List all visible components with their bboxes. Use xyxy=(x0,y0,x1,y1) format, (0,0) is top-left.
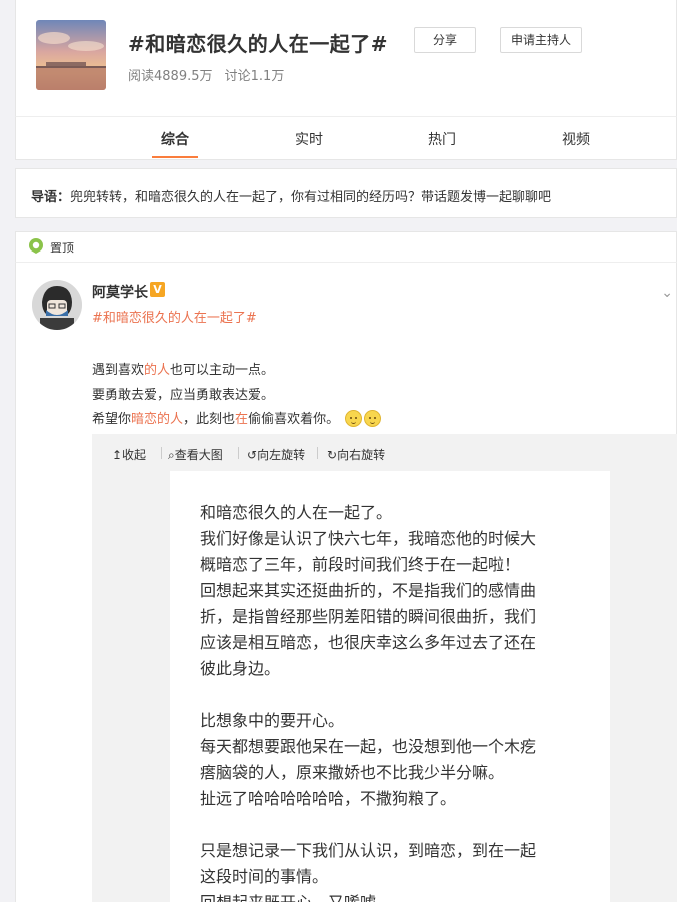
collapse-button[interactable]: ↥收起 xyxy=(112,446,146,463)
guide-text: 兜兜转转，和暗恋很久的人在一起了，你有过相同的经历吗？带话题发博一起聊聊吧 xyxy=(70,190,552,205)
active-tab-indicator xyxy=(152,156,198,158)
image-text-line: 回想起来其实还挺曲折的，不是指我们的感情曲 xyxy=(200,581,537,600)
image-text-line: 我们好像是认识了快六七年，我暗恋他的时候大 xyxy=(200,529,537,548)
tab-realtime[interactable]: 实时 xyxy=(295,129,323,149)
image-text-line: 扯远了哈哈哈哈哈哈，不撒狗粮了。 xyxy=(200,789,457,808)
image-text-line: 彼此身边。 xyxy=(200,659,281,678)
chevron-down-icon[interactable]: ⌄ xyxy=(661,285,673,301)
tab-video[interactable]: 视频 xyxy=(562,129,590,149)
post-username[interactable]: 阿莫学长 xyxy=(92,282,148,302)
rotate-left-button[interactable]: ↺向左旋转 xyxy=(247,446,305,463)
image-text-line: 回想起来既开心，又唏嘘。 xyxy=(200,889,392,902)
post-text-line-2: 要勇敢去爱，应当勇敢表达爱。 xyxy=(92,388,275,403)
image-text-line: 折，是指曾经那些阴差阳错的瞬间很曲折，我们 xyxy=(200,607,537,626)
tab-comprehensive[interactable]: 综合 xyxy=(161,129,189,149)
read-count: 阅读4889.5万 xyxy=(128,69,213,84)
discussion-count: 讨论1.1万 xyxy=(224,69,285,84)
avatar[interactable] xyxy=(32,280,82,330)
media-viewer: ↥收起 ⌕查看大图 ↺向左旋转 ↻向右旋转 和暗恋很久的人在一起了。 我们好像是… xyxy=(92,434,677,902)
share-button[interactable]: 分享 xyxy=(414,27,476,53)
post-topic-link[interactable]: #和暗恋很久的人在一起了# xyxy=(92,307,257,326)
image-text-line: 比想象中的要开心。 xyxy=(200,711,345,730)
verified-badge-icon: V xyxy=(150,282,165,297)
image-text-line: 这段时间的事情。 xyxy=(200,867,329,886)
post-card: 阿莫学长 V #和暗恋很久的人在一起了# ⌄ 遇到喜欢的人也可以主动一点。 要勇… xyxy=(15,262,677,902)
image-text-line: 只是想记录一下我们从认识，到暗恋，到在一起 xyxy=(200,841,537,860)
apply-host-button[interactable]: 申请主持人 xyxy=(500,27,582,53)
rotate-right-button[interactable]: ↻向右旋转 xyxy=(327,446,385,463)
tab-hot[interactable]: 热门 xyxy=(428,129,456,149)
topic-guide: 导语：兜兜转转，和暗恋很久的人在一起了，你有过相同的经历吗？带话题发博一起聊聊吧 xyxy=(15,168,677,218)
topic-cover-image xyxy=(36,20,106,90)
search-icon: ⌕ xyxy=(168,448,175,462)
post-text-line-1: 遇到喜欢的人也可以主动一点。 xyxy=(92,363,275,378)
pinned-label: 置顶 xyxy=(50,241,75,255)
post-image[interactable]: 和暗恋很久的人在一起了。 我们好像是认识了快六七年，我暗恋他的时候大 概暗恋了三… xyxy=(170,471,610,902)
image-text-line: 应该是相互暗恋，也很庆幸这么多年过去了还在 xyxy=(200,633,537,652)
topic-header: #和暗恋很久的人在一起了# 阅读4889.5万 讨论1.1万 分享 申请主持人 xyxy=(15,0,677,117)
image-text-line: 概暗恋了三年，前段时间我们终于在一起啦！ xyxy=(200,555,521,574)
rotate-left-icon: ↺ xyxy=(247,448,258,462)
tab-bar: 综合 实时 热门 视频 xyxy=(15,116,677,160)
topic-stats: 阅读4889.5万 讨论1.1万 xyxy=(128,65,292,84)
pinned-row: 置顶 xyxy=(15,231,677,263)
image-text-line: 和暗恋很久的人在一起了。 xyxy=(200,503,393,522)
post-text-line-3: 希望你暗恋的人，此刻也在偷偷喜欢着你。 xyxy=(92,408,382,427)
guide-label: 导语： xyxy=(31,190,71,205)
image-text-line: 每天都想要跟他呆在一起，也没想到他一个木疙 xyxy=(200,737,537,756)
pin-icon xyxy=(27,237,45,259)
emoji-icon xyxy=(364,410,382,427)
emoji-icon xyxy=(345,410,363,427)
rotate-right-icon: ↻ xyxy=(327,448,338,462)
view-large-button[interactable]: ⌕查看大图 xyxy=(168,446,223,463)
image-text-line: 瘩脑袋的人，原来撒娇也不比我少半分嘛。 xyxy=(200,763,505,782)
topic-title: #和暗恋很久的人在一起了# xyxy=(128,32,389,56)
